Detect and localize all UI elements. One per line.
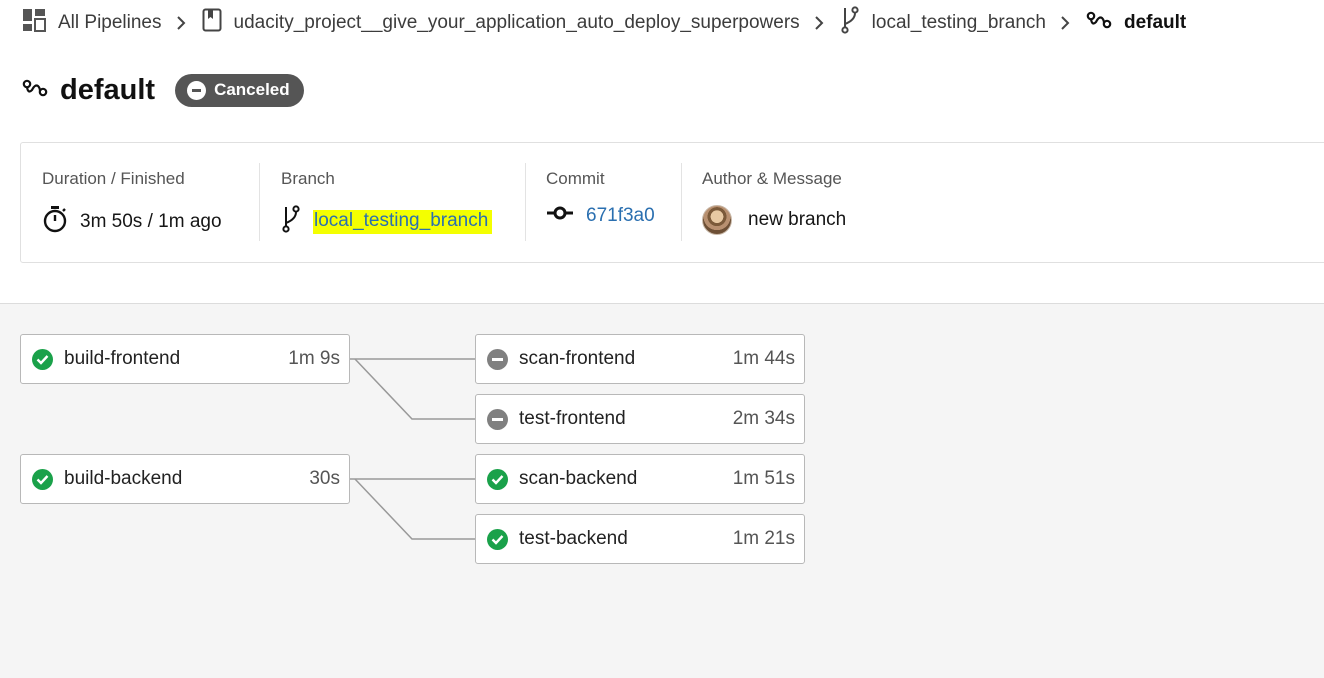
bookmark-icon bbox=[202, 8, 222, 38]
commit-value-row: 671f3a0 bbox=[546, 205, 655, 227]
success-check-icon bbox=[32, 348, 53, 370]
breadcrumb-branch[interactable]: local_testing_branch bbox=[840, 6, 1046, 40]
job-duration: 1m 9s bbox=[288, 348, 340, 369]
page-title: default bbox=[60, 73, 156, 106]
column-divider bbox=[525, 163, 526, 241]
avatar bbox=[702, 205, 732, 235]
pipeline-graph: build-frontend 1m 9s scan-frontend 1m 44… bbox=[0, 303, 1324, 678]
success-check-icon bbox=[487, 528, 508, 550]
breadcrumb-all-pipelines-label: All Pipelines bbox=[58, 12, 162, 33]
job-build-backend[interactable]: build-backend 30s bbox=[20, 454, 350, 504]
job-name: build-frontend bbox=[64, 348, 181, 369]
column-divider bbox=[259, 163, 260, 241]
column-divider bbox=[681, 163, 682, 241]
commit-label: Commit bbox=[546, 169, 605, 188]
stopwatch-icon bbox=[42, 205, 68, 239]
author-value-row: new branch bbox=[702, 205, 846, 235]
duration-value-row: 3m 50s / 1m ago bbox=[42, 205, 222, 239]
duration-label: Duration / Finished bbox=[42, 169, 185, 188]
job-build-frontend[interactable]: build-frontend 1m 9s bbox=[20, 334, 350, 384]
job-duration: 30s bbox=[309, 468, 340, 489]
page-header: default Canceled bbox=[22, 70, 304, 110]
breadcrumb-project[interactable]: udacity_project__give_your_application_a… bbox=[202, 8, 800, 38]
commit-message: new branch bbox=[748, 209, 847, 230]
job-name: test-frontend bbox=[519, 408, 626, 429]
canceled-icon bbox=[487, 348, 508, 370]
breadcrumb: All Pipelines udacity_project__give_your… bbox=[22, 6, 1186, 40]
chevron-right-icon bbox=[1060, 15, 1070, 31]
job-scan-backend[interactable]: scan-backend 1m 51s bbox=[475, 454, 805, 504]
success-check-icon bbox=[487, 468, 508, 490]
job-name: build-backend bbox=[64, 468, 183, 489]
dashboard-icon bbox=[22, 8, 46, 38]
job-test-frontend[interactable]: test-frontend 2m 34s bbox=[475, 394, 805, 444]
status-badge-label: Canceled bbox=[214, 80, 290, 99]
breadcrumb-branch-label: local_testing_branch bbox=[871, 12, 1046, 33]
canceled-icon bbox=[487, 408, 508, 430]
job-duration: 1m 44s bbox=[732, 348, 795, 369]
job-name: scan-backend bbox=[519, 468, 638, 489]
status-badge: Canceled bbox=[175, 73, 304, 107]
workflow-summary: Duration / Finished 3m 50s / 1m ago Bran… bbox=[20, 142, 1324, 263]
breadcrumb-project-label: udacity_project__give_your_application_a… bbox=[233, 12, 800, 33]
chevron-right-icon bbox=[176, 15, 186, 31]
job-duration: 2m 34s bbox=[732, 408, 795, 429]
job-test-backend[interactable]: test-backend 1m 21s bbox=[475, 514, 805, 564]
git-branch-icon bbox=[840, 6, 860, 40]
branch-value-row: local_testing_branch bbox=[281, 205, 493, 239]
branch-label: Branch bbox=[281, 169, 335, 188]
workflow-icon bbox=[22, 78, 48, 103]
connector-build-backend-test-backend bbox=[354, 478, 476, 540]
workflow-icon bbox=[1086, 10, 1112, 36]
chevron-right-icon bbox=[814, 15, 824, 31]
success-check-icon bbox=[32, 468, 53, 490]
job-name: scan-frontend bbox=[519, 348, 636, 369]
breadcrumb-workflow-label: default bbox=[1123, 12, 1187, 33]
git-branch-icon bbox=[281, 205, 301, 239]
branch-link[interactable]: local_testing_branch bbox=[313, 210, 493, 234]
commit-icon bbox=[546, 205, 574, 227]
job-name: test-backend bbox=[519, 528, 628, 549]
canceled-icon bbox=[187, 80, 207, 100]
job-duration: 1m 51s bbox=[732, 468, 795, 489]
breadcrumb-all-pipelines[interactable]: All Pipelines bbox=[22, 8, 162, 38]
duration-value: 3m 50s / 1m ago bbox=[80, 211, 222, 232]
connector-build-frontend-test-frontend bbox=[354, 358, 476, 420]
commit-link[interactable]: 671f3a0 bbox=[586, 205, 655, 227]
job-scan-frontend[interactable]: scan-frontend 1m 44s bbox=[475, 334, 805, 384]
breadcrumb-workflow: default bbox=[1086, 10, 1186, 36]
author-label: Author & Message bbox=[702, 169, 842, 188]
job-duration: 1m 21s bbox=[732, 528, 795, 549]
